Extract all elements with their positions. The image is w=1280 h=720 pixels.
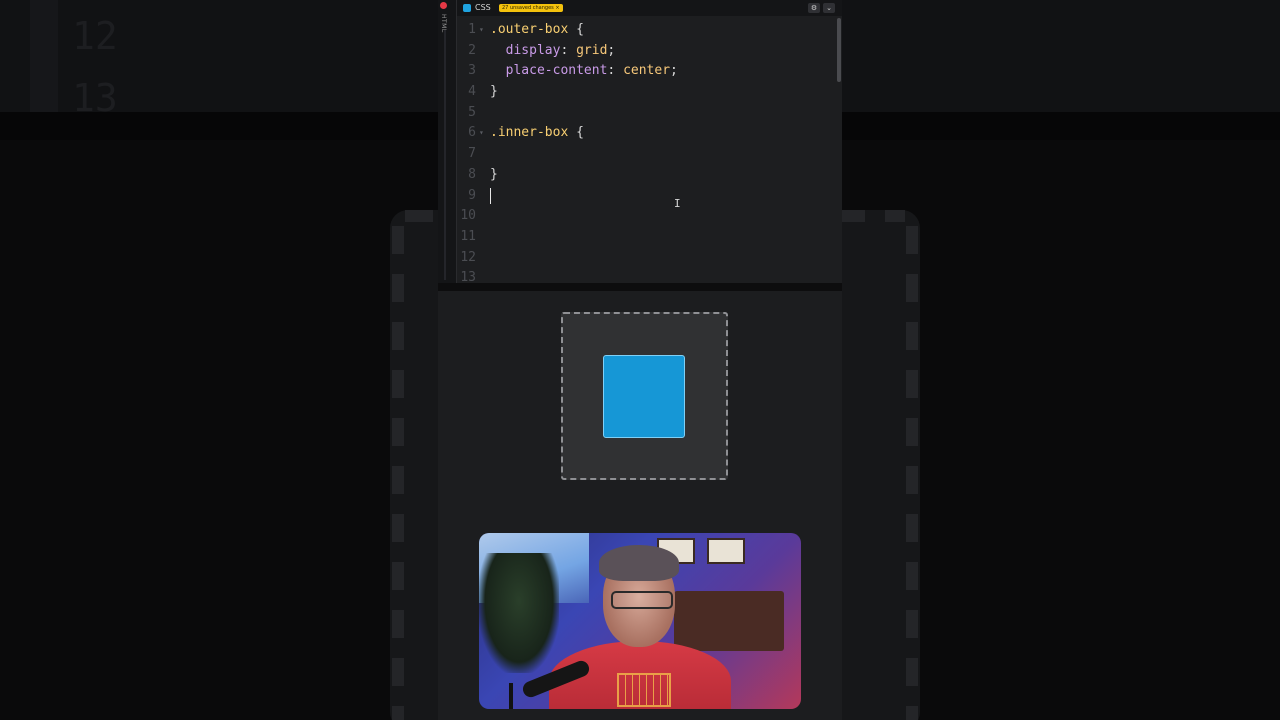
line-number: 13	[460, 270, 476, 283]
collapse-editor-button[interactable]: ⌄	[823, 3, 835, 13]
code-token: center	[623, 63, 671, 79]
css-editor[interactable]: CSS 27 unsaved changes × ⚙ ⌄ 1 ▾ .outer-bo…	[457, 0, 842, 283]
code-line[interactable]: 8}	[457, 165, 842, 186]
chevron-down-icon: ⌄	[826, 4, 832, 12]
fold-arrow-icon[interactable]: ▾	[479, 123, 484, 144]
editor-scrollbar[interactable]	[837, 18, 841, 82]
code-line[interactable]: 4}	[457, 82, 842, 103]
code-text: place-content: center;	[490, 61, 678, 82]
line-number: 6	[468, 125, 476, 141]
code-token: display	[490, 42, 561, 58]
code-text: .outer-box {	[490, 20, 584, 41]
code-token: }	[490, 166, 498, 182]
screen: 12 13 HTML CSS 27 unsaved changes × ⚙ ⌄	[0, 0, 1280, 720]
editor-header: CSS 27 unsaved changes × ⚙ ⌄	[457, 0, 842, 16]
webcam-person-glasses	[611, 591, 673, 609]
app-column: HTML CSS 27 unsaved changes × ⚙ ⌄ 1 ▾ .out…	[438, 0, 842, 720]
code-token: .outer-box	[490, 22, 569, 37]
webcam-person-hair	[599, 545, 679, 581]
code-text: }	[490, 165, 498, 186]
line-number: 12	[460, 249, 476, 265]
editor-preview-divider[interactable]	[438, 283, 842, 291]
html-panel-dot-icon	[440, 2, 447, 9]
line-number: 8	[468, 166, 476, 182]
code-token: place-content	[490, 63, 608, 79]
line-number: 7	[468, 146, 476, 162]
code-token: {	[568, 125, 584, 141]
background-dashed-border-blur	[906, 226, 918, 720]
code-token: :	[607, 63, 624, 79]
code-line[interactable]: 6 ▾ .inner-box {	[457, 123, 842, 144]
code-line[interactable]: 13	[457, 268, 842, 283]
line-number: 1	[468, 22, 476, 37]
line-number: 3	[468, 63, 476, 79]
html-panel-collapsed[interactable]: HTML	[438, 0, 457, 283]
line-number: 10	[460, 208, 476, 224]
code-line[interactable]: 12	[457, 248, 842, 269]
code-text: }	[490, 82, 498, 103]
background-gutter-blur	[30, 0, 58, 112]
mouse-ibeam-cursor-icon: I	[674, 197, 681, 210]
code-line[interactable]: 11	[457, 227, 842, 248]
code-line[interactable]: 1 ▾ .outer-box {	[457, 20, 842, 41]
code-line[interactable]: 2 display: grid;	[457, 41, 842, 62]
css-language-icon	[463, 4, 471, 12]
code-text: .inner-box {	[490, 123, 584, 144]
line-number: 11	[460, 228, 476, 244]
webcam-plant	[479, 553, 559, 673]
panel-resize-handle[interactable]	[444, 30, 446, 280]
code-token: }	[490, 84, 498, 100]
webcam-picture-frame	[707, 538, 745, 564]
code-token: ;	[607, 42, 616, 58]
outer-box	[561, 312, 728, 480]
code-token: {	[568, 22, 584, 37]
code-line[interactable]: 3 place-content: center;	[457, 61, 842, 82]
code-token: grid	[576, 42, 608, 58]
settings-button[interactable]: ⚙	[808, 3, 820, 13]
code-line[interactable]: 10	[457, 206, 842, 227]
text-caret	[490, 187, 491, 204]
code-token: .inner-box	[490, 125, 569, 141]
result-preview	[438, 291, 842, 720]
background-line-number: 12	[72, 14, 118, 58]
unsaved-changes-badge[interactable]: 27 unsaved changes ×	[499, 4, 563, 12]
gear-icon: ⚙	[810, 4, 818, 12]
webcam-video	[479, 533, 801, 709]
code-area[interactable]: 1 ▾ .outer-box {2 display: grid; 3 place-co…	[457, 20, 842, 283]
code-line[interactable]: 9	[457, 186, 842, 207]
editor-language-label: CSS	[475, 3, 491, 12]
line-number: 2	[468, 42, 476, 58]
code-line[interactable]: 5	[457, 103, 842, 124]
code-token: ;	[670, 63, 678, 79]
webcam-mic-stand	[509, 683, 513, 709]
inner-box	[603, 355, 685, 438]
code-line[interactable]: 7	[457, 144, 842, 165]
background-dashed-border-blur	[392, 226, 404, 720]
code-text: display: grid;	[490, 41, 616, 62]
line-number: 5	[468, 104, 476, 120]
fold-arrow-icon[interactable]: ▾	[479, 20, 484, 41]
code-token: :	[560, 42, 577, 58]
webcam-dresser	[674, 591, 784, 651]
webcam-shirt-print	[617, 673, 671, 707]
line-number: 9	[468, 187, 476, 203]
line-number: 4	[468, 84, 476, 100]
